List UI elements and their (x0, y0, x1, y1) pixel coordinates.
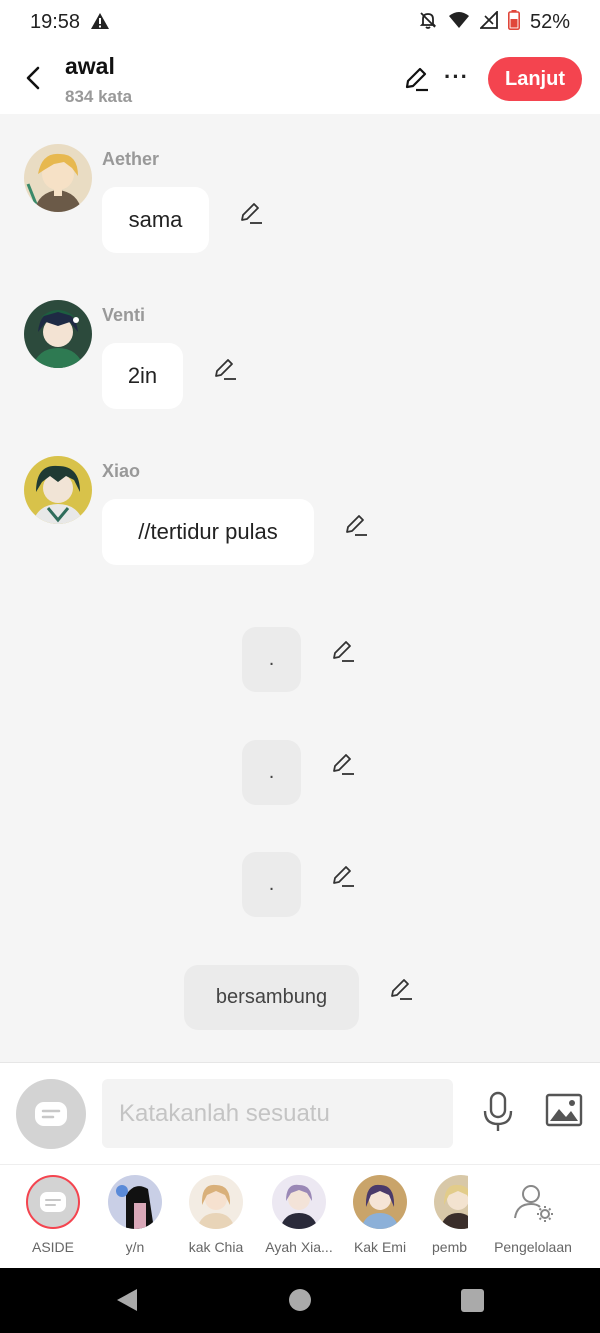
back-icon[interactable] (20, 64, 48, 92)
character-label: pemb (432, 1239, 468, 1255)
character-ayah-xia[interactable]: Ayah Xia... (259, 1175, 339, 1255)
chat-area: Aether sama Venti 2in Xiao //tertidur pu… (0, 114, 600, 1062)
nav-back-icon[interactable] (116, 1288, 138, 1317)
edit-narration-icon[interactable] (388, 976, 414, 1002)
story-title: awal (65, 53, 115, 79)
composer-bar (0, 1062, 600, 1164)
narration-bubble[interactable]: . (242, 627, 301, 692)
microphone-icon[interactable] (482, 1091, 514, 1138)
character-label: Ayah Xia... (265, 1239, 333, 1255)
edit-message-icon[interactable] (238, 200, 264, 226)
edit-narration-icon[interactable] (330, 751, 356, 777)
character-pemb[interactable]: pemb (424, 1175, 468, 1255)
edit-title-icon[interactable] (402, 65, 430, 98)
message-bubble[interactable]: sama (102, 187, 209, 253)
character-label: y/n (125, 1239, 145, 1255)
status-bar: 19:58 52% (0, 0, 600, 44)
character-kak-chia[interactable]: kak Chia (176, 1175, 256, 1255)
avatar (108, 1175, 162, 1229)
signal-icon (478, 9, 498, 34)
warning-icon (90, 12, 110, 35)
character-yn[interactable]: y/n (95, 1175, 175, 1255)
sender-name: Xiao (102, 461, 141, 481)
edit-narration-icon[interactable] (330, 863, 356, 889)
character-label: ASIDE (31, 1239, 74, 1255)
battery-icon (507, 10, 520, 35)
character-label: Kak Emi (353, 1239, 407, 1255)
chat-bubble-icon (40, 1192, 66, 1212)
narration-bubble[interactable]: . (242, 740, 301, 805)
narration-bubble[interactable]: bersambung (184, 965, 359, 1030)
next-button[interactable]: Lanjut (488, 57, 582, 101)
avatar (434, 1175, 468, 1229)
word-count: 834 kata (65, 87, 133, 106)
sender-name: Aether (102, 149, 160, 169)
message-xiao: Xiao //tertidur pulas (0, 426, 600, 576)
character-aside[interactable]: ASIDE (13, 1175, 93, 1255)
aside-avatar (26, 1175, 80, 1229)
more-options-icon[interactable]: ··· (444, 64, 469, 90)
image-icon[interactable] (545, 1093, 583, 1132)
edit-message-icon[interactable] (212, 356, 238, 382)
edit-narration-icon[interactable] (330, 638, 356, 664)
character-kak-emi[interactable]: Kak Emi (340, 1175, 420, 1255)
character-selector: ASIDE y/n kak Chia Ayah Xia... Kak Emi p… (0, 1164, 600, 1268)
avatar-aether[interactable] (24, 144, 92, 212)
message-input[interactable] (102, 1079, 453, 1148)
avatar (272, 1175, 326, 1229)
aside-toggle-button[interactable] (16, 1079, 86, 1149)
avatar (189, 1175, 243, 1229)
edit-message-icon[interactable] (343, 512, 369, 538)
avatar-venti[interactable] (24, 300, 92, 368)
system-nav-bar (0, 1268, 600, 1333)
nav-recents-icon[interactable] (461, 1289, 484, 1312)
chat-bubble-icon (35, 1102, 67, 1126)
character-label: Pengelolaan (494, 1239, 572, 1255)
message-bubble[interactable]: //tertidur pulas (102, 499, 314, 565)
person-gear-icon (506, 1175, 560, 1229)
narration-bubble[interactable]: . (242, 852, 301, 917)
avatar (353, 1175, 407, 1229)
muted-bell-icon (418, 10, 438, 35)
character-label: kak Chia (188, 1239, 244, 1255)
battery-percent: 52% (529, 11, 570, 33)
message-venti: Venti 2in (0, 270, 600, 420)
wifi-icon (448, 11, 470, 34)
status-time: 19:58 (30, 11, 81, 33)
avatar-xiao[interactable] (24, 456, 92, 524)
nav-home-icon[interactable] (289, 1289, 311, 1311)
message-aether: Aether sama (0, 114, 600, 264)
app-header: awal 834 kata ··· Lanjut (0, 44, 600, 114)
sender-name: Venti (102, 305, 146, 325)
manage-characters-button[interactable]: Pengelolaan (486, 1175, 580, 1255)
message-bubble[interactable]: 2in (102, 343, 183, 409)
